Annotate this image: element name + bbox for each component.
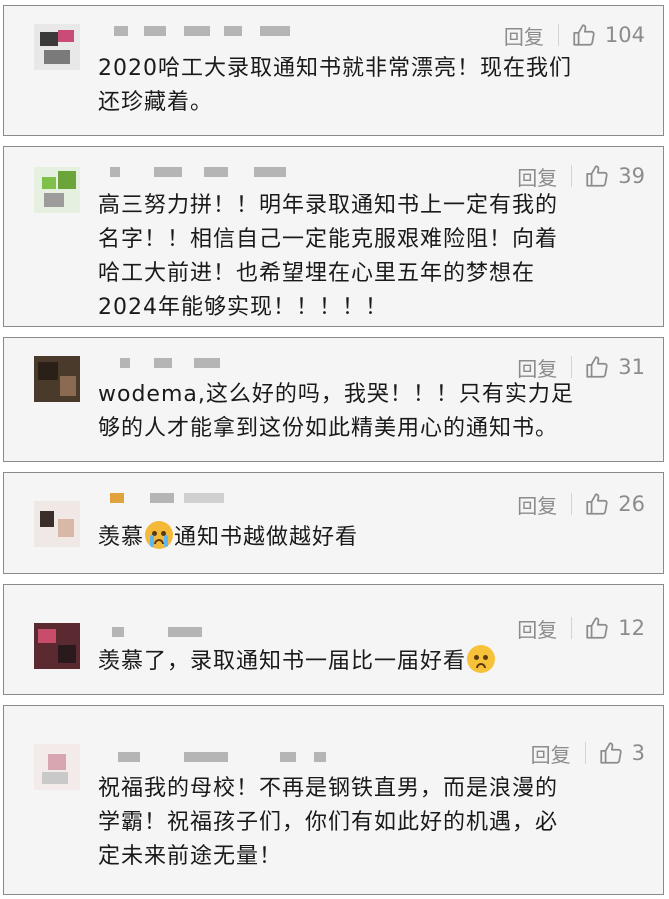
reply-button[interactable]: 回复 xyxy=(517,162,557,191)
comment-card: 回复 12 羡慕了，录取通知书一届比一届好看 xyxy=(3,584,664,695)
like-count: 3 xyxy=(631,741,645,765)
avatar[interactable] xyxy=(34,167,80,213)
like-count: 31 xyxy=(618,355,645,379)
comment-card: 回复 39 高三努力拼！！明年录取通知书上一定有我的 名字！！相信自己一定能克服… xyxy=(3,146,664,327)
divider xyxy=(571,165,573,187)
divider xyxy=(557,24,559,46)
comment-card: 回复 26 羡慕 通知书越做越好看 xyxy=(3,472,664,574)
avatar[interactable] xyxy=(34,623,80,669)
comment-line: wodema,这么好的吗，我哭！！！只有实力足 xyxy=(98,382,574,407)
username-blurred xyxy=(104,161,324,179)
divider xyxy=(571,617,573,639)
reply-button[interactable]: 回复 xyxy=(504,21,544,50)
avatar[interactable] xyxy=(34,24,80,70)
comment-card: 回复 104 2020哈工大录取通知书就非常漂亮！现在我们 还珍藏着。 xyxy=(3,5,664,136)
username-blurred xyxy=(104,352,264,370)
loudly-crying-face-icon xyxy=(145,521,174,549)
comment-line: 够的人才能拿到这份如此精美用心的通知书。 xyxy=(98,416,559,441)
comment-card: 回复 31 wodema,这么好的吗，我哭！！！只有实力足 够的人才能拿到这份如… xyxy=(3,337,664,462)
thumbs-up-icon[interactable] xyxy=(571,22,597,48)
avatar[interactable] xyxy=(34,356,80,402)
comment-line: 高三努力拼！！明年录取通知书上一定有我的 xyxy=(98,193,559,218)
like-count: 26 xyxy=(618,492,645,516)
thumbs-up-icon[interactable] xyxy=(584,615,610,641)
thumbs-up-icon[interactable] xyxy=(584,163,610,189)
comment-text: 2020哈工大录取通知书就非常漂亮！现在我们 还珍藏着。 xyxy=(98,52,645,120)
thumbs-up-icon[interactable] xyxy=(584,491,610,517)
comment-line: 哈工大前进！也希望埋在心里五年的梦想在 xyxy=(98,261,536,286)
comment-line: 名字！！相信自己一定能克服艰难险阻！向着 xyxy=(98,227,559,252)
comment-text: 高三努力拼！！明年录取通知书上一定有我的 名字！！相信自己一定能克服艰难险阻！向… xyxy=(98,189,645,325)
thumbs-up-icon[interactable] xyxy=(584,354,610,380)
comment-line: 学霸！祝福孩子们，你们有如此好的机遇，必 xyxy=(98,810,559,835)
comment-actions: 回复 3 xyxy=(531,738,645,768)
comment-line: 2024年能够实现！！！！！ xyxy=(98,295,388,320)
divider xyxy=(584,742,586,764)
comment-actions: 回复 26 xyxy=(517,489,645,519)
reply-button[interactable]: 回复 xyxy=(531,739,571,768)
divider xyxy=(571,493,573,515)
comment-text: 羡慕 通知书越做越好看 xyxy=(98,521,645,555)
comment-line: 定未来前途无量！ xyxy=(98,844,283,869)
comment-actions: 回复 104 xyxy=(504,20,645,50)
username-blurred xyxy=(104,621,264,639)
pleading-face-icon xyxy=(467,645,496,673)
like-count: 104 xyxy=(604,23,645,47)
reply-button[interactable]: 回复 xyxy=(517,490,557,519)
reply-button[interactable]: 回复 xyxy=(517,614,557,643)
comment-card: 回复 3 祝福我的母校！不再是钢铁直男，而是浪漫的 学霸！祝福孩子们，你们有如此… xyxy=(3,705,664,895)
thumbs-up-icon[interactable] xyxy=(598,740,624,766)
comment-text-part: 通知书越做越好看 xyxy=(174,525,359,550)
divider xyxy=(571,356,573,378)
comment-line: 还珍藏着。 xyxy=(98,90,214,115)
username-blurred xyxy=(104,20,304,38)
comment-text: wodema,这么好的吗，我哭！！！只有实力足 够的人才能拿到这份如此精美用心的… xyxy=(98,378,645,446)
username-blurred xyxy=(104,746,344,764)
avatar[interactable] xyxy=(34,744,80,790)
comment-line: 祝福我的母校！不再是钢铁直男，而是浪漫的 xyxy=(98,776,559,801)
comment-actions: 回复 12 xyxy=(517,613,645,643)
comment-text-part: 羡慕了，录取通知书一届比一届好看 xyxy=(98,649,467,674)
comment-line: 2020哈工大录取通知书就非常漂亮！现在我们 xyxy=(98,56,572,81)
comment-text: 祝福我的母校！不再是钢铁直男，而是浪漫的 学霸！祝福孩子们，你们有如此好的机遇，… xyxy=(98,772,645,874)
comment-text: 羡慕了，录取通知书一届比一届好看 xyxy=(98,645,645,679)
avatar[interactable] xyxy=(34,501,80,547)
comment-actions: 回复 39 xyxy=(517,161,645,191)
username-blurred xyxy=(104,487,264,505)
comment-text-part: 羡慕 xyxy=(98,525,145,550)
like-count: 39 xyxy=(618,164,645,188)
like-count: 12 xyxy=(618,616,645,640)
